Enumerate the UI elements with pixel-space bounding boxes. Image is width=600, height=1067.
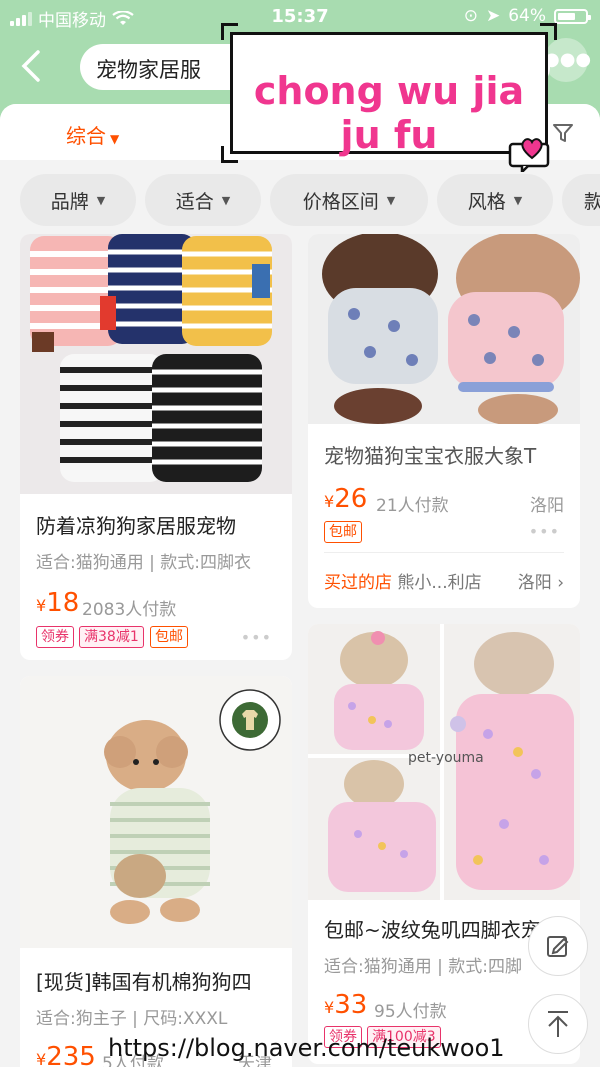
sold-count: 21人付款 [376, 496, 449, 516]
chevron-left-icon [21, 50, 40, 82]
back-to-top-button[interactable] [528, 994, 588, 1054]
product-attrs: 适合:猫狗通用 | 款式:四脚 [324, 957, 522, 977]
filter-chip-price[interactable]: 价格区间 ▼ [270, 174, 428, 226]
price-currency: ¥ [36, 596, 47, 615]
product-title: 宠物猫狗宝宝衣服大象T [324, 444, 537, 468]
coupon-tag[interactable]: 领券 [36, 626, 74, 648]
product-card[interactable]: 宠物猫狗宝宝衣服大象T ¥26 21人付款 洛阳 包邮 ••• 买过的店 熊小.… [308, 234, 580, 608]
pinyin-caption: chong wu jia ju fu [253, 69, 525, 157]
filter-chip-style[interactable]: 风格 ▼ [437, 174, 553, 226]
frame-corner [540, 23, 557, 40]
product-title: 防着凉狗狗家居服宠物 [36, 514, 236, 538]
caret-down-icon: ▼ [513, 193, 523, 207]
price-value: 33 [334, 990, 368, 1020]
watermark-url: https://blog.naver.com/teukwoo1 [108, 1034, 505, 1062]
price-value: 18 [46, 588, 80, 618]
filter-chip-label: 风格 [467, 190, 506, 213]
more-menu-button[interactable]: ●●● [544, 38, 592, 82]
sort-option-comprehensive[interactable]: 综合 ▼ [66, 120, 119, 149]
heart-speech-icon [508, 138, 550, 172]
status-bar: 中国移动 15:37 ⊙ ➤ 64% [0, 0, 600, 32]
back-button[interactable] [18, 48, 58, 88]
battery-icon [554, 8, 591, 24]
filter-chip-label: 款 [584, 190, 600, 213]
seller-name: 熊小...利店 [397, 573, 482, 593]
filter-chips: 品牌 ▼ 适合 ▼ 价格区间 ▼ 风格 ▼ 款 [0, 174, 600, 226]
arrow-up-icon [548, 1011, 568, 1037]
filter-icon[interactable] [552, 122, 574, 149]
filter-chip-label: 品牌 [50, 190, 89, 213]
more-options-icon[interactable]: ••• [241, 628, 272, 647]
discount-tag: 满38减1 [79, 626, 144, 648]
product-image [20, 234, 292, 494]
more-options-icon[interactable]: ••• [529, 522, 560, 541]
product-price: ¥26 [324, 484, 367, 514]
seller-row[interactable]: 买过的店 熊小...利店 [324, 568, 482, 593]
price-currency: ¥ [36, 1050, 47, 1067]
product-title: [现货]韩国有机棉狗狗四 [36, 970, 252, 994]
product-attrs: 适合:猫狗通用 | 款式:四脚衣 [36, 553, 251, 573]
filter-chip-more[interactable]: 款 [562, 174, 600, 226]
caret-down-icon: ▼ [96, 193, 106, 207]
results-panel: 综合 ▼ 品牌 ▼ 适合 ▼ 价格区间 ▼ 风格 ▼ 款 防着凉狗狗家居服宠物 … [0, 104, 600, 1067]
sort-label: 综合 [66, 124, 106, 148]
filter-chip-brand[interactable]: 品牌 ▼ [20, 174, 136, 226]
free-shipping-tag: 包邮 [324, 521, 362, 543]
orientation-lock-icon: ⊙ [463, 6, 478, 26]
product-card[interactable]: 防着凉狗狗家居服宠物 适合:猫狗通用 | 款式:四脚衣 ¥18 2083人付款 … [20, 234, 292, 660]
divider [324, 552, 564, 553]
caret-down-icon: ▼ [221, 193, 231, 207]
seller-label: 买过的店 [324, 573, 392, 593]
filter-chip-label: 适合 [175, 190, 214, 213]
location-icon: ➤ [485, 6, 501, 26]
caret-down-icon: ▼ [386, 193, 396, 207]
image-brand-text: pet-youma [408, 750, 484, 766]
feedback-button[interactable] [528, 916, 588, 976]
product-image [308, 234, 580, 424]
filter-chip-label: 价格区间 [302, 190, 379, 213]
product-price: ¥18 [36, 588, 79, 618]
product-location: 洛阳 [530, 496, 564, 516]
pinyin-caption-box: chong wu jia ju fu [221, 23, 557, 163]
caret-down-icon: ▼ [110, 132, 120, 146]
price-currency: ¥ [324, 998, 335, 1017]
product-price: ¥235 [36, 1042, 96, 1067]
free-shipping-tag: 包邮 [150, 626, 188, 648]
search-query[interactable]: 宠物家居服 [96, 54, 201, 84]
price-currency: ¥ [324, 492, 335, 511]
price-value: 235 [46, 1042, 96, 1067]
seller-location: 洛阳 › [517, 573, 564, 593]
frame-corner [221, 23, 238, 40]
sold-count: 2083人付款 [82, 600, 177, 620]
product-card[interactable]: [现货]韩国有机棉狗狗四 适合:狗主子 | 尺码:XXXL ¥235 5人付款 … [20, 676, 292, 1067]
product-image: pet-youma [308, 624, 580, 900]
edit-icon [547, 936, 569, 957]
product-price: ¥33 [324, 990, 367, 1020]
product-attrs: 适合:狗主子 | 尺码:XXXL [36, 1009, 228, 1029]
sold-count: 95人付款 [374, 1002, 447, 1022]
price-value: 26 [334, 484, 368, 514]
product-image [20, 676, 292, 948]
more-icon: ●●● [544, 49, 592, 70]
product-card[interactable]: pet-youma 包邮~波纹兔叽四脚衣宠 适合:猫狗通用 | 款式:四脚 ¥3… [308, 624, 580, 1064]
filter-chip-suitable[interactable]: 适合 ▼ [145, 174, 261, 226]
